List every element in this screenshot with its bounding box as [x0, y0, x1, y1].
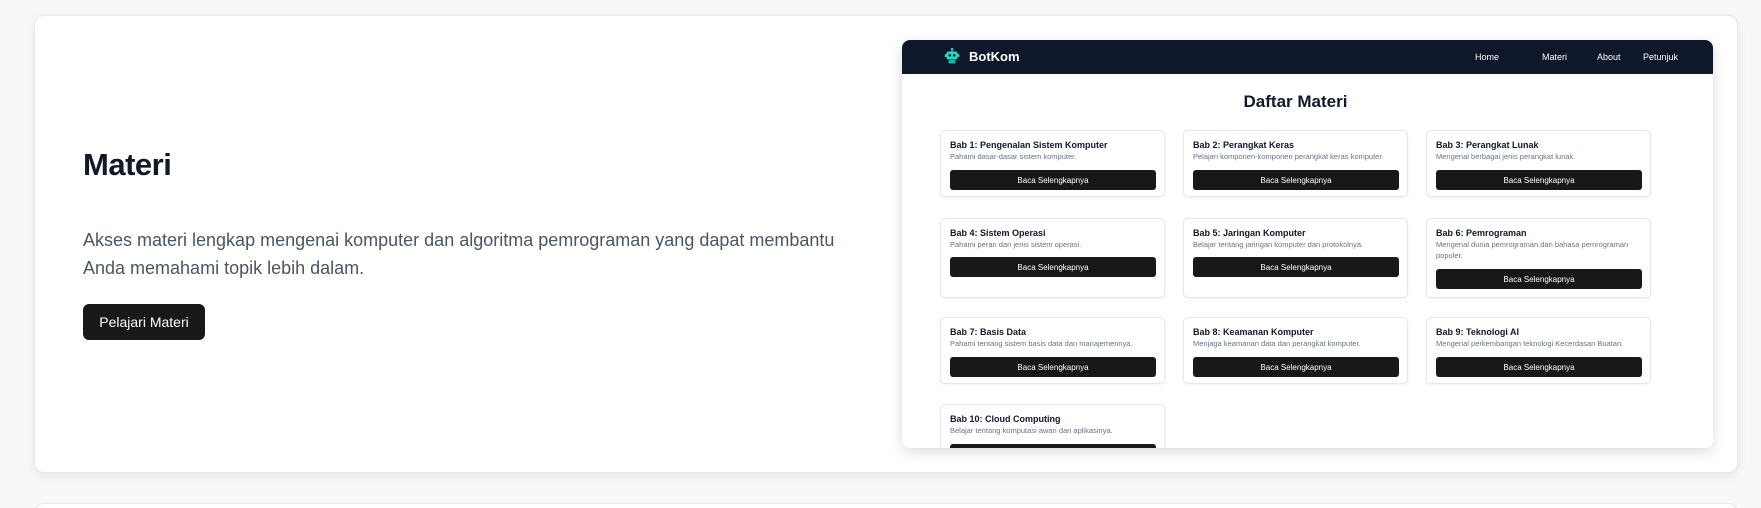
chapter-description: Mengenal perkembangan teknologi Kecerdas… — [1436, 339, 1624, 348]
chapter-card: Bab 4: Sistem Operasi Pahami peran dan j… — [940, 218, 1165, 298]
preview-page-title: Daftar Materi — [1243, 92, 1348, 111]
materials-preview-screenshot: BotKom Home Materi About Petunjuk Daftar… — [902, 40, 1713, 448]
chapter-description: Pahami dasar-dasar sistem komputer. — [950, 152, 1077, 161]
chapter-description: Mengenal berbagai jenis perangkat lunak. — [1436, 152, 1576, 161]
chapter-title: Bab 3: Perangkat Lunak — [1436, 140, 1539, 150]
chapter-description: Pahami peran dan jenis sistem operasi. — [950, 240, 1082, 249]
read-more-button[interactable]: Baca Selengkapnya — [950, 357, 1156, 377]
section-title: Materi — [83, 147, 172, 182]
chapter-title: Bab 7: Basis Data — [950, 327, 1027, 337]
chapter-description: Pahami tentang sistem basis data dan man… — [950, 339, 1133, 348]
learn-materials-button[interactable]: Pelajari Materi — [83, 304, 205, 340]
chapter-card: Bab 2: Perangkat Keras Pelajari komponen… — [1183, 130, 1408, 197]
robot-icon — [944, 48, 960, 64]
read-more-button[interactable]: Baca Selengkapnya — [1193, 257, 1399, 277]
chapter-description: Mengenal dunia pemrograman dan bahasa pe… — [1436, 240, 1629, 260]
chapter-title: Bab 10: Cloud Computing — [950, 414, 1061, 424]
chapter-card: Bab 3: Perangkat Lunak Mengenal berbagai… — [1426, 130, 1651, 197]
chapter-title: Bab 5: Jaringan Komputer — [1193, 228, 1306, 238]
nav-link-materi[interactable]: Materi — [1542, 52, 1567, 62]
chapter-card: Bab 9: Teknologi AI Mengenal perkembanga… — [1426, 317, 1651, 384]
chapter-card: Bab 8: Keamanan Komputer Menjaga keamana… — [1183, 317, 1408, 384]
section-description: Akses materi lengkap mengenai komputer d… — [83, 230, 835, 278]
chapter-description: Belajar tentang komputasi awan dan aplik… — [950, 426, 1113, 435]
chapter-title: Bab 2: Perangkat Keras — [1193, 140, 1295, 150]
read-more-button[interactable]: Baca Selengkapnya — [950, 170, 1156, 190]
chapter-description: Menjaga keamanan data dan perangkat komp… — [1193, 339, 1361, 348]
chapter-title: Bab 4: Sistem Operasi — [950, 228, 1046, 238]
preview-navbar: BotKom Home Materi About Petunjuk — [902, 40, 1713, 74]
read-more-button[interactable]: Baca Selengkapnya — [950, 444, 1156, 448]
brand-name: BotKom — [969, 49, 1020, 64]
read-more-button[interactable]: Baca Selengkapnya — [1436, 170, 1642, 190]
chapter-card: Bab 7: Basis Data Pahami tentang sistem … — [940, 317, 1165, 384]
nav-link-petunjuk[interactable]: Petunjuk — [1643, 52, 1678, 62]
read-more-button[interactable]: Baca Selengkapnya — [1436, 269, 1642, 289]
chapter-title: Bab 1: Pengenalan Sistem Komputer — [950, 140, 1108, 150]
materi-card: Materi Akses materi lengkap mengenai kom… — [34, 15, 1738, 473]
chapter-card: Bab 10: Cloud Computing Belajar tentang … — [940, 404, 1165, 448]
chapter-card: Bab 1: Pengenalan Sistem Komputer Pahami… — [940, 130, 1165, 197]
chapter-title: Bab 9: Teknologi AI — [1436, 327, 1520, 337]
nav-link-home[interactable]: Home — [1475, 52, 1499, 62]
chapter-card: Bab 5: Jaringan Komputer Belajar tentang… — [1183, 218, 1408, 298]
chapter-title: Bab 6: Pemrograman — [1436, 228, 1527, 238]
chapter-description: Pelajari komponen-komponen perangkat ker… — [1193, 152, 1384, 161]
read-more-button[interactable]: Baca Selengkapnya — [1193, 357, 1399, 377]
next-section-card — [34, 503, 1738, 508]
chapter-description: Belajar tentang jaringan komputer dan pr… — [1193, 240, 1364, 249]
chapter-title: Bab 8: Keamanan Komputer — [1193, 327, 1314, 337]
read-more-button[interactable]: Baca Selengkapnya — [950, 257, 1156, 277]
read-more-button[interactable]: Baca Selengkapnya — [1193, 170, 1399, 190]
chapter-card: Bab 6: Pemrograman Mengenal dunia pemrog… — [1426, 218, 1651, 298]
read-more-button[interactable]: Baca Selengkapnya — [1436, 357, 1642, 377]
nav-link-about[interactable]: About — [1597, 52, 1621, 62]
